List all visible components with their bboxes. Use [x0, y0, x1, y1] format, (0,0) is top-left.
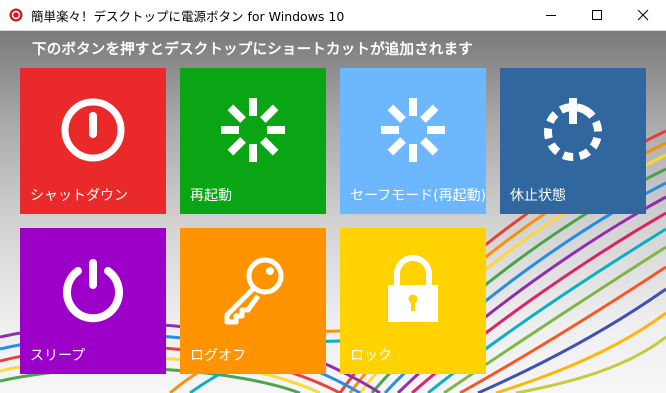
logoff-tile[interactable]: ログオフ: [180, 228, 326, 374]
restart-spinner-icon: [180, 82, 326, 178]
sleep-power-icon: [20, 242, 166, 338]
close-button[interactable]: [620, 0, 666, 30]
instruction-text: 下のボタンを押すとデスクトップにショートカットが追加されます: [32, 41, 473, 58]
maximize-icon: [592, 10, 602, 20]
restart-tile[interactable]: 再起動: [180, 68, 326, 214]
safemode-spinner-icon: [340, 82, 486, 178]
hibernate-icon: [500, 82, 646, 178]
safemode-tile[interactable]: セーフモード(再起動): [340, 68, 486, 214]
minimize-icon: [546, 15, 556, 16]
title-bar[interactable]: 簡単楽々！デスクトップに電源ボタン for Windows 10: [0, 0, 666, 31]
client-area: 下のボタンを押すとデスクトップにショートカットが追加されます シャットダウン 再…: [0, 31, 666, 393]
safemode-label: セーフモード(再起動): [350, 188, 487, 204]
shutdown-label: シャットダウン: [30, 188, 128, 204]
red-circle-icon: [8, 7, 24, 23]
minimize-button[interactable]: [528, 0, 574, 30]
close-icon: [637, 9, 649, 21]
power-off-icon: [20, 82, 166, 178]
app-window: 簡単楽々！デスクトップに電源ボタン for Windows 10 下のボタンを押…: [0, 0, 666, 393]
window-title: 簡単楽々！デスクトップに電源ボタン for Windows 10: [31, 8, 345, 24]
shutdown-tile[interactable]: シャットダウン: [20, 68, 166, 214]
padlock-icon: [340, 242, 486, 338]
lock-tile[interactable]: ロック: [340, 228, 486, 374]
hibernate-tile[interactable]: 休止状態: [500, 68, 646, 214]
maximize-button[interactable]: [574, 0, 620, 30]
sleep-label: スリープ: [30, 348, 86, 364]
lock-label: ロック: [350, 348, 392, 364]
hibernate-label: 休止状態: [510, 188, 566, 204]
sleep-tile[interactable]: スリープ: [20, 228, 166, 374]
logoff-label: ログオフ: [190, 348, 246, 364]
restart-label: 再起動: [190, 188, 232, 204]
key-icon: [180, 242, 326, 338]
